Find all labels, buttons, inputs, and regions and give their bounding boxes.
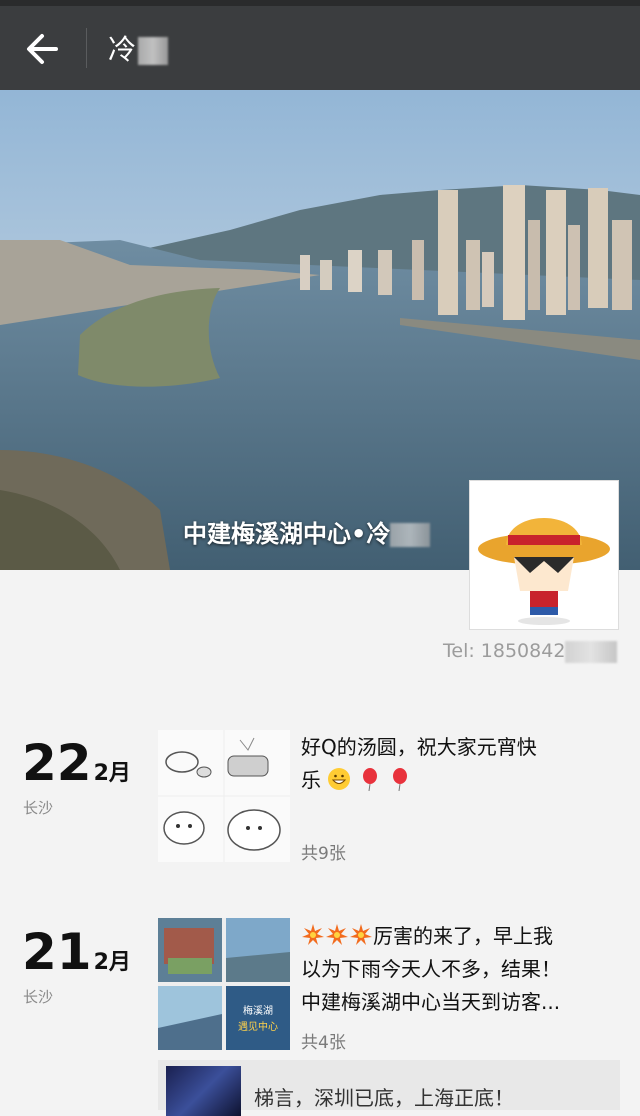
back-button[interactable] <box>20 26 66 72</box>
blurred-number <box>565 640 618 663</box>
thumb-sub: 遇见中心 <box>238 1020 278 1033</box>
blurred-name <box>138 37 169 65</box>
balloon-icon <box>393 768 408 791</box>
tangyuan-drawings-image <box>158 730 290 862</box>
profile-tel: Tel: 1850842 <box>443 640 618 663</box>
post-location: 长沙 <box>23 988 54 1006</box>
city-photos-image: 梅溪湖 遇见中心 <box>158 918 290 1050</box>
post-date: 212月 <box>22 923 131 981</box>
straw-hat-cartoon-icon <box>478 518 610 625</box>
post-date: 222月 <box>22 734 131 792</box>
profile-avatar[interactable] <box>469 480 619 630</box>
post-text: 厉害的来了，早上我 以为下雨今天人不多，结果！ 中建梅溪湖中心当天到访客... <box>301 924 561 1014</box>
thumb-label: 梅溪湖 <box>243 1004 273 1017</box>
shared-link-text: 梯言，深圳已底，上海正底！ <box>254 1086 514 1110</box>
collision-icon <box>326 924 348 945</box>
shared-link-thumbnail <box>166 1066 241 1116</box>
header-divider <box>86 28 87 68</box>
collision-icon <box>302 924 324 945</box>
arrow-left-icon <box>27 34 58 64</box>
blurred-name <box>390 523 431 547</box>
post-text: 好Q的汤圆，祝大家元宵快 乐 <box>301 735 537 792</box>
shared-link-card[interactable]: 梯言，深圳已底，上海正底！ <box>158 1060 620 1116</box>
photo-count: 共4张 <box>301 1033 346 1053</box>
page-title: 冷 <box>108 30 169 70</box>
post-location: 长沙 <box>23 799 54 817</box>
photo-count: 共9张 <box>301 844 346 864</box>
top-bar: 冷 <box>0 0 640 90</box>
post-photo-thumbnail[interactable] <box>158 730 290 862</box>
collision-icon <box>350 924 372 945</box>
balloon-icon <box>362 768 377 791</box>
grinning-face-icon <box>328 768 351 790</box>
status-strip <box>0 0 640 6</box>
post-photo-grid[interactable]: 梅溪湖 遇见中心 <box>158 918 290 1050</box>
cover-caption: 中建梅溪湖中心•冷 <box>183 514 431 549</box>
